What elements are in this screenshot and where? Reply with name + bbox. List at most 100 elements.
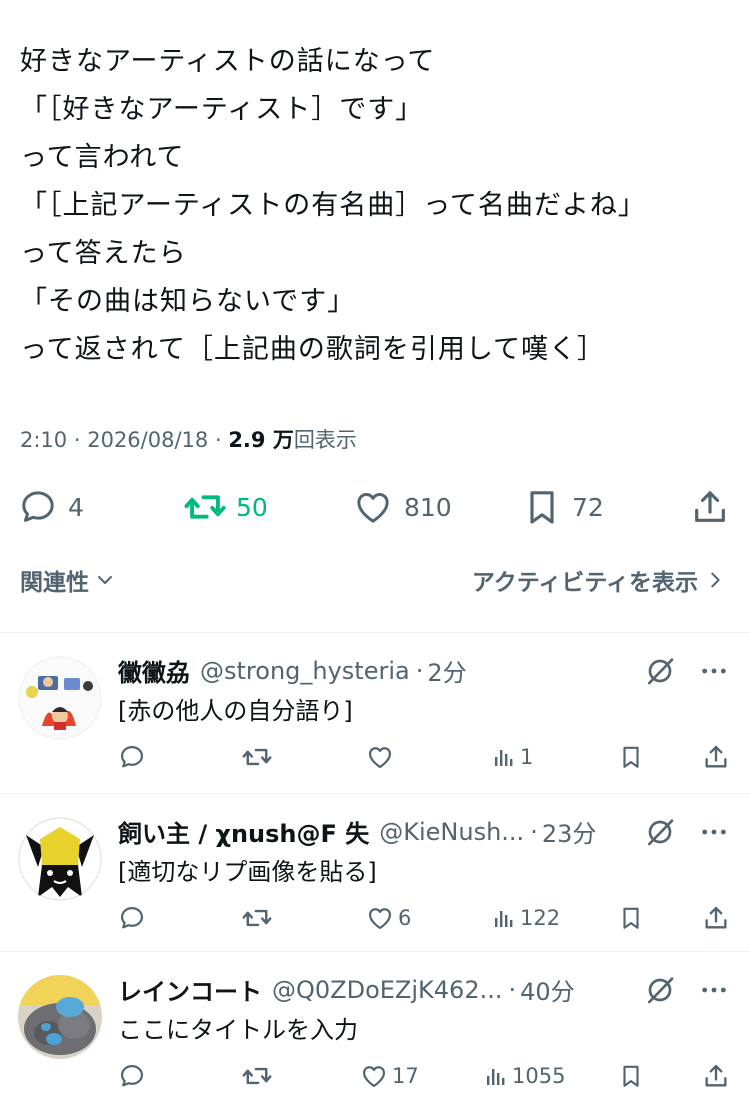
reply-text: [適切なリプ画像を貼る] [118, 858, 377, 886]
share-button[interactable] [690, 482, 730, 532]
heart-icon [362, 1066, 386, 1088]
tweet-meta: 2:10 · 2026/08/18 · 2.9 万回表示 [20, 428, 357, 452]
more-icon[interactable] [698, 655, 730, 687]
views-label: 回表示 [293, 428, 357, 452]
reply-actions: 6 122 [118, 898, 738, 938]
reply-icon [120, 745, 144, 768]
reply-actions: 17 1055 [118, 1056, 738, 1096]
avatar[interactable] [18, 975, 102, 1059]
views-button[interactable]: 1 [492, 737, 533, 777]
reply-author-name[interactable]: 飼い主 / χnush@F 失 [118, 814, 369, 849]
reply-author-handle[interactable]: @KieNush... [379, 818, 524, 846]
retweet-icon [242, 748, 272, 766]
retweet-button[interactable] [242, 1056, 272, 1096]
retweet-count: 50 [236, 492, 268, 522]
reply-item[interactable]: 黴黴劦 @strong_hysteria · 2分 [赤の他人の自分語り] 1 [0, 633, 750, 791]
chevron-right-icon [711, 572, 720, 588]
like-count: 6 [398, 906, 412, 930]
bookmark-count: 72 [572, 492, 604, 522]
retweet-icon [242, 909, 272, 927]
heart-icon [368, 747, 392, 769]
retweet-icon [242, 1067, 272, 1085]
reply-header: 黴黴劦 @strong_hysteria · 2分 [118, 653, 467, 688]
chevron-down-icon [98, 576, 112, 584]
bookmark-button[interactable] [618, 1056, 644, 1096]
analytics-icon [487, 1069, 505, 1085]
bookmark-button[interactable]: 72 [522, 482, 604, 532]
share-icon [695, 491, 725, 522]
view-activity-link[interactable]: アクティビティを表示 [472, 563, 726, 597]
sort-label: 関連性 [20, 570, 89, 596]
reply-author-name[interactable]: 黴黴劦 [118, 653, 190, 688]
retweet-button[interactable] [242, 737, 272, 777]
grok-icon[interactable] [644, 974, 676, 1006]
reply-item[interactable]: レインコート @Q0ZDoEZjK462... · 40分 ここにタイトルを入力… [0, 952, 750, 1097]
activity-label: アクティビティを表示 [471, 570, 698, 596]
avatar[interactable] [18, 817, 102, 901]
bookmark-icon [530, 491, 554, 524]
reply-time[interactable]: 23分 [542, 814, 597, 849]
reply-button[interactable] [118, 1056, 146, 1096]
reply-icon [120, 1064, 144, 1087]
tweet-actions: 4 50 810 72 [0, 482, 750, 532]
reply-time[interactable]: 2分 [427, 653, 466, 688]
share-icon [705, 745, 727, 768]
reply-author-handle[interactable]: @Q0ZDoEZjK462... [272, 976, 502, 1004]
tweet-line: 「その曲は知らないです」 [20, 286, 356, 317]
reply-author-handle[interactable]: @strong_hysteria [200, 657, 410, 685]
heart-icon [368, 908, 392, 930]
reply-button[interactable] [118, 898, 146, 938]
like-button[interactable]: 17 [360, 1056, 419, 1096]
views-count: 2.9 万 [228, 428, 294, 452]
reply-button[interactable]: 4 [18, 482, 84, 532]
views-button[interactable]: 122 [492, 898, 560, 938]
grok-icon[interactable] [644, 816, 676, 848]
bookmark-icon [623, 746, 639, 768]
views-count: 122 [520, 906, 561, 930]
like-button[interactable] [366, 737, 398, 777]
reply-actions: 1 [118, 737, 738, 777]
bookmark-icon [623, 907, 639, 929]
bookmark-icon [623, 1065, 639, 1087]
reply-tools [644, 974, 730, 1006]
tweet-line: って答えたら [20, 238, 187, 269]
tweet-date[interactable]: 2026/08/18 [87, 428, 208, 452]
share-button[interactable] [702, 737, 730, 777]
reply-header: 飼い主 / χnush@F 失 @KieNush... · 23分 [118, 814, 596, 849]
views-button[interactable]: 1055 [484, 1056, 565, 1096]
reply-sort-row: 関連性 アクティビティを表示 [0, 563, 750, 607]
like-count: 17 [392, 1064, 419, 1088]
reply-tools [644, 816, 730, 848]
analytics-icon [495, 911, 513, 927]
reply-time[interactable]: 40分 [520, 972, 575, 1007]
reply-text: [赤の他人の自分語り] [118, 697, 353, 725]
bookmark-button[interactable] [618, 898, 644, 938]
like-button[interactable]: 810 [352, 482, 452, 532]
tweet-text: 好きなアーティストの話になって 「［好きなアーティスト］です」 って言われて 「… [20, 38, 740, 374]
like-count: 810 [404, 492, 452, 522]
reply-icon [22, 491, 54, 522]
tweet-time[interactable]: 2:10 [20, 428, 67, 452]
reply-header: レインコート @Q0ZDoEZjK462... · 40分 [118, 972, 575, 1007]
reply-button[interactable] [118, 737, 146, 777]
retweet-button[interactable]: 50 [184, 482, 268, 532]
bookmark-button[interactable] [618, 737, 644, 777]
sort-dropdown[interactable]: 関連性 [20, 563, 117, 597]
more-icon[interactable] [698, 816, 730, 848]
reply-text: ここにタイトルを入力 [118, 1016, 358, 1044]
retweet-button[interactable] [242, 898, 272, 938]
reply-icon [120, 906, 144, 929]
grok-icon[interactable] [644, 655, 676, 687]
reply-item[interactable]: 飼い主 / χnush@F 失 @KieNush... · 23分 [適切なリプ… [0, 794, 750, 952]
views-count: 1055 [512, 1064, 566, 1088]
tweet-line: 「［上記アーティストの有名曲］って名曲だよね」 [20, 190, 646, 221]
share-button[interactable] [702, 898, 730, 938]
tweet-line: って返されて［上記曲の歌詞を引用して嘆く］ [20, 334, 606, 365]
share-button[interactable] [702, 1056, 730, 1096]
more-icon[interactable] [698, 974, 730, 1006]
tweet-line: 好きなアーティストの話になって [20, 46, 436, 77]
tweet-line: 「［好きなアーティスト］です」 [20, 94, 424, 125]
avatar[interactable] [18, 656, 102, 740]
like-button[interactable]: 6 [366, 898, 411, 938]
reply-author-name[interactable]: レインコート [118, 972, 262, 1007]
